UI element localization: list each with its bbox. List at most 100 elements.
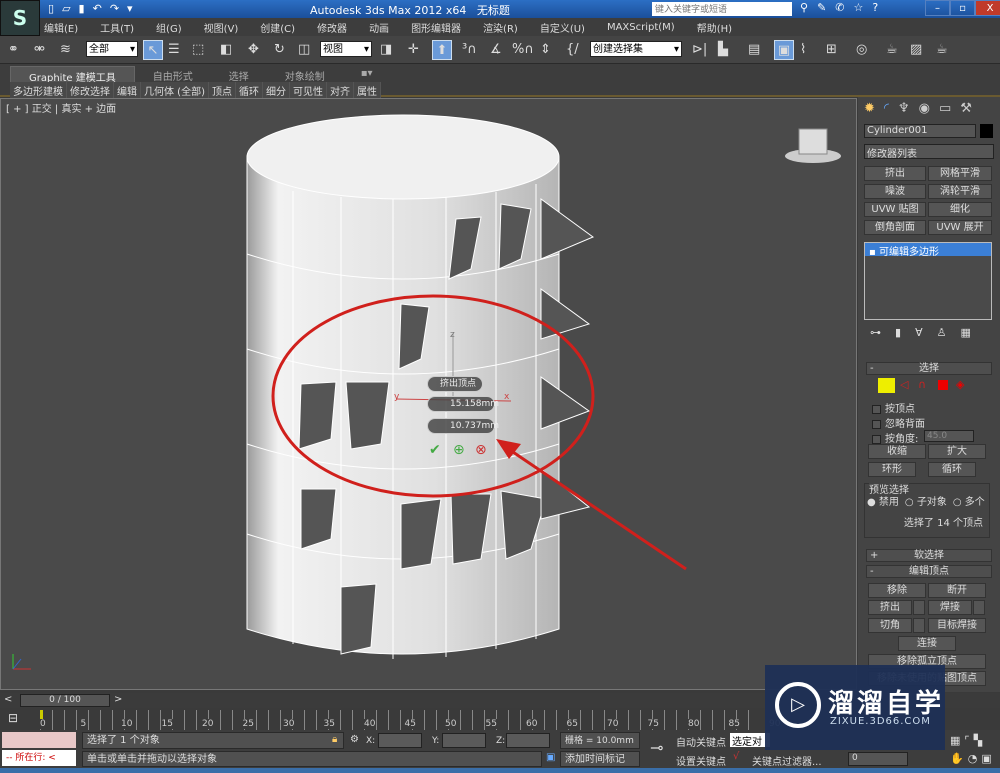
subtab-modify-selection[interactable]: 修改选择 bbox=[67, 82, 114, 99]
script-line[interactable]: -- 所在行: < bbox=[2, 750, 76, 766]
edge-mode-icon[interactable]: ◁ bbox=[900, 378, 908, 391]
target-weld-button[interactable]: 目标焊接 bbox=[928, 618, 986, 633]
element-mode-icon[interactable]: ◈ bbox=[956, 378, 964, 391]
remove-modifier-icon[interactable]: ♙ bbox=[937, 326, 947, 339]
make-unique-icon[interactable]: ∀ bbox=[915, 326, 923, 339]
subtab-visibility[interactable]: 可见性 bbox=[289, 82, 327, 99]
menu-views[interactable]: 视图(V) bbox=[204, 20, 239, 35]
menu-tools[interactable]: 工具(T) bbox=[100, 20, 134, 35]
app-menu-button[interactable]: S bbox=[0, 0, 40, 36]
mod-tessellate-button[interactable]: 细化 bbox=[928, 202, 992, 217]
menu-rendering[interactable]: 渲染(R) bbox=[483, 20, 518, 35]
schematic-view-icon[interactable]: ⊞ bbox=[826, 40, 837, 60]
extrude-width-field[interactable]: 10.737mm bbox=[427, 418, 499, 434]
scale-icon[interactable]: ◫ bbox=[298, 40, 310, 60]
keyboard-shortcut-icon[interactable]: ⬆ bbox=[432, 40, 452, 60]
shrink-button[interactable]: 收缩 bbox=[868, 444, 926, 459]
bind-space-warp-icon[interactable]: ≋ bbox=[60, 40, 71, 60]
current-frame-field[interactable]: 0 bbox=[848, 752, 908, 766]
create-tab-icon[interactable]: ✹ bbox=[864, 101, 875, 116]
mod-uvw-map-button[interactable]: UVW 贴图 bbox=[864, 202, 926, 217]
dropdown-icon[interactable]: ▾ bbox=[127, 2, 133, 15]
mod-bevel-profile-button[interactable]: 倒角剖面 bbox=[864, 220, 926, 235]
remove-button[interactable]: 移除 bbox=[868, 583, 926, 598]
spinner-snap-icon[interactable]: ⇕ bbox=[540, 40, 551, 60]
select-object-icon[interactable]: ↖ bbox=[143, 40, 163, 60]
rendered-frame-icon[interactable]: ▨ bbox=[910, 40, 922, 60]
binoculars-icon[interactable]: ⚲ bbox=[800, 1, 808, 14]
modify-tab-icon[interactable]: ◜ bbox=[884, 101, 889, 116]
mod-unwrap-uvw-button[interactable]: UVW 展开 bbox=[928, 220, 992, 235]
key-icon[interactable]: ⊸ bbox=[650, 738, 663, 757]
motion-tab-icon[interactable]: ◉ bbox=[919, 101, 930, 116]
angle-snap-icon[interactable]: ∡ bbox=[490, 40, 502, 60]
utilities-tab-icon[interactable]: ⚒ bbox=[960, 101, 972, 116]
render-icon[interactable]: ☕ bbox=[936, 40, 948, 60]
break-button[interactable]: 断开 bbox=[928, 583, 986, 598]
fov-icon[interactable]: ⌜ bbox=[964, 734, 969, 747]
star-icon[interactable]: ☆ bbox=[854, 1, 864, 14]
layer-manager-icon[interactable]: ▤ bbox=[748, 40, 760, 60]
mod-extrude-button[interactable]: 挤出 bbox=[864, 166, 926, 181]
menu-graph-editors[interactable]: 图形编辑器 bbox=[411, 20, 461, 35]
undo-icon[interactable]: ↶ bbox=[93, 2, 102, 15]
mod-noise-button[interactable]: 噪波 bbox=[864, 184, 926, 199]
preview-multi-radio[interactable]: ○ 多个 bbox=[953, 493, 985, 508]
ref-coord-dropdown[interactable]: 视图 bbox=[320, 41, 372, 58]
configure-sets-icon[interactable]: ▦ bbox=[960, 326, 970, 339]
unlink-icon[interactable]: ⚮ bbox=[34, 40, 45, 60]
connect-button[interactable]: 连接 bbox=[898, 636, 956, 651]
orbit-icon[interactable]: ◔ bbox=[968, 752, 978, 765]
rect-selection-icon[interactable]: ⬚ bbox=[192, 40, 204, 60]
subtab-align[interactable]: 对齐 bbox=[326, 82, 354, 99]
subtab-polygon-modeling[interactable]: 多边形建模 bbox=[10, 82, 67, 99]
manipulate-icon[interactable]: ✛ bbox=[408, 40, 419, 60]
preview-subobject-radio[interactable]: ○ 子对象 bbox=[905, 493, 947, 508]
satellite-icon[interactable]: ✆ bbox=[835, 1, 844, 14]
extrude-settings-button[interactable] bbox=[913, 600, 925, 615]
menu-create[interactable]: 创建(C) bbox=[260, 20, 295, 35]
selection-filter-dropdown[interactable]: 全部 bbox=[86, 41, 138, 58]
chamfer-button[interactable]: 切角 bbox=[868, 618, 912, 633]
border-mode-icon[interactable]: ∩ bbox=[918, 378, 926, 391]
subtab-geometry[interactable]: 几何体 (全部) bbox=[141, 82, 209, 99]
vertex-mode-icon[interactable] bbox=[878, 378, 895, 393]
zoom-all-icon[interactable]: ▚ bbox=[974, 734, 982, 747]
subtab-vertices[interactable]: 顶点 bbox=[208, 82, 236, 99]
move-icon[interactable]: ✥ bbox=[248, 40, 259, 60]
graphite-toggle-icon[interactable]: ▣ bbox=[774, 40, 794, 60]
curve-editor-icon[interactable]: ⌇ bbox=[800, 40, 806, 60]
edit-named-sel-icon[interactable]: {/ bbox=[566, 40, 579, 60]
menu-group[interactable]: 组(G) bbox=[156, 20, 182, 35]
viewport-label[interactable]: [ + ] 正交 | 真实 + 边面 bbox=[6, 100, 116, 115]
open-icon[interactable]: ▱ bbox=[62, 2, 70, 15]
extrude-height-field[interactable]: 15.158mm bbox=[427, 396, 499, 412]
menu-animation[interactable]: 动画 bbox=[369, 20, 389, 35]
material-editor-icon[interactable]: ◎ bbox=[856, 40, 867, 60]
maximize-viewport-icon[interactable]: ▣ bbox=[981, 752, 991, 765]
select-by-name-icon[interactable]: ☰ bbox=[168, 40, 180, 60]
window-crossing-icon[interactable]: ◧ bbox=[220, 40, 232, 60]
menu-modifiers[interactable]: 修改器 bbox=[317, 20, 347, 35]
subtab-subdivision[interactable]: 细分 bbox=[262, 82, 290, 99]
menu-maxscript[interactable]: MAXScript(M) bbox=[607, 22, 675, 33]
object-name-field[interactable]: Cylinder001 bbox=[864, 124, 976, 138]
cancel-icon[interactable]: ⊗ bbox=[475, 442, 487, 458]
hierarchy-tab-icon[interactable]: ♆ bbox=[898, 101, 910, 116]
add-time-tag[interactable]: 添加时间标记 bbox=[560, 751, 640, 767]
minimize-button[interactable]: – bbox=[925, 0, 950, 16]
redo-icon[interactable]: ↷ bbox=[110, 2, 119, 15]
close-button[interactable]: X bbox=[975, 0, 1000, 16]
x-coord-field[interactable] bbox=[378, 733, 422, 748]
z-coord-field[interactable] bbox=[506, 733, 550, 748]
preview-disabled-radio[interactable]: ● 禁用 bbox=[867, 493, 899, 508]
absolute-mode-icon[interactable]: ⚙ bbox=[350, 734, 359, 745]
pan-icon[interactable]: ✋ bbox=[950, 752, 964, 765]
show-end-result-icon[interactable]: ▮ bbox=[895, 326, 901, 339]
polygon-mode-icon[interactable] bbox=[938, 380, 948, 390]
viewport-perspective[interactable] bbox=[0, 98, 857, 690]
named-selection-dropdown[interactable]: 创建选择集 bbox=[590, 41, 682, 58]
zoom-extents-icon[interactable]: ▦ bbox=[950, 734, 960, 747]
mod-meshsmooth-button[interactable]: 网格平滑 bbox=[928, 166, 992, 181]
time-tag-icon[interactable]: ▣ bbox=[546, 752, 555, 763]
